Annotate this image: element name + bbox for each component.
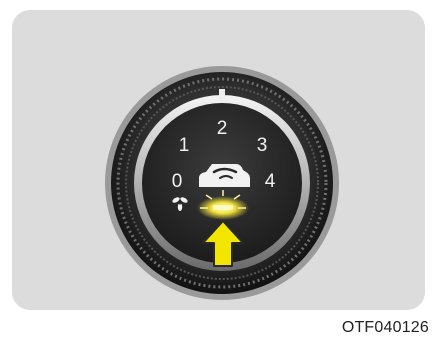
- speed-label-4: 4: [265, 171, 276, 192]
- speed-label-0: 0: [172, 171, 183, 192]
- figure-code: OTF040126: [341, 319, 429, 336]
- speed-label-3: 3: [257, 135, 268, 156]
- position-marker: [219, 89, 225, 103]
- fan-speed-knob[interactable]: 0 1 2 3 4: [0, 0, 437, 344]
- speed-label-1: 1: [179, 135, 190, 156]
- speed-label-2: 2: [217, 118, 228, 139]
